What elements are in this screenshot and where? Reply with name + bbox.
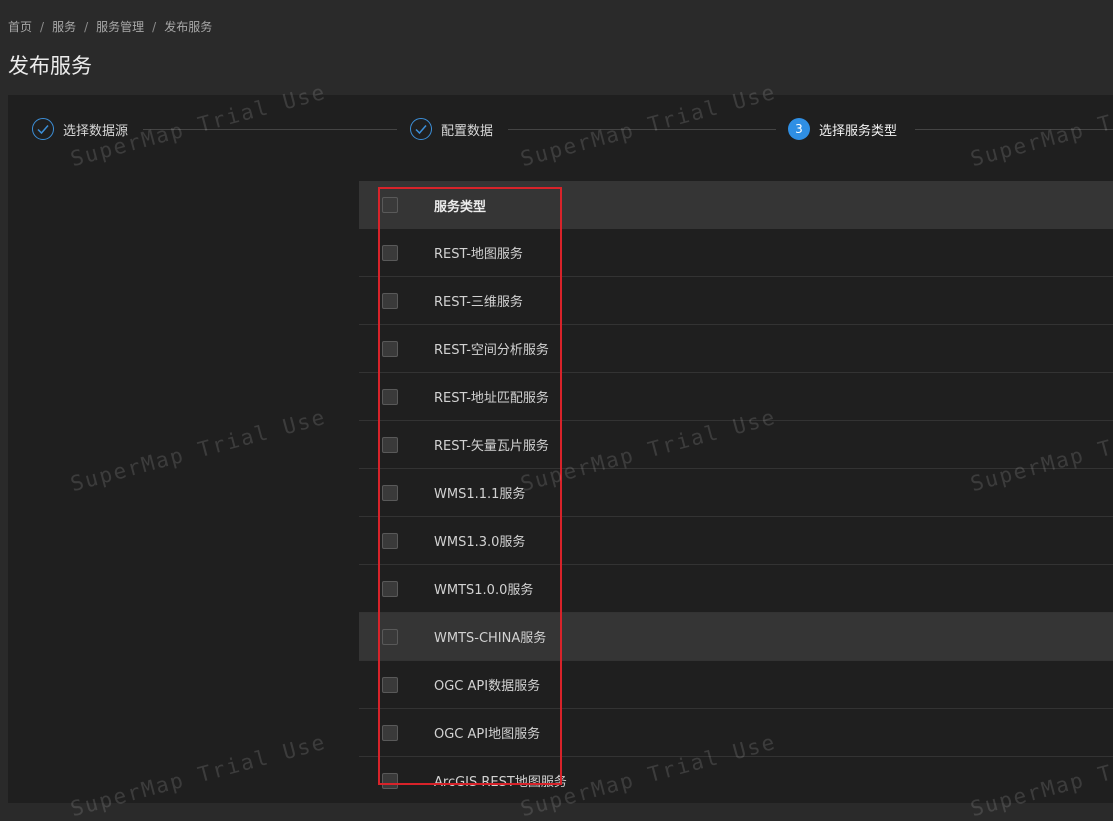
row-checkbox[interactable] [382, 532, 398, 549]
breadcrumb-separator: / [84, 20, 89, 34]
service-type-name: WMTS-CHINA服务 [434, 631, 547, 646]
service-type-name: ArcGIS REST地图服务 [434, 775, 567, 790]
step-number: 3 [788, 118, 810, 140]
table-row[interactable]: REST-三维服务 [359, 277, 1113, 325]
service-type-name: WMTS1.0.0服务 [434, 583, 534, 598]
table-row[interactable]: WMTS-CHINA服务 [359, 613, 1113, 661]
column-header-service-type: 服务类型 [434, 199, 487, 215]
row-checkbox[interactable] [382, 340, 398, 357]
service-type-name: REST-地图服务 [434, 247, 523, 262]
breadcrumb-separator: / [40, 20, 45, 34]
row-checkbox[interactable] [382, 436, 398, 453]
breadcrumb-separator: / [152, 20, 157, 34]
table-row[interactable]: WMS1.3.0服务 [359, 517, 1113, 565]
step-label: 选择服务类型 [819, 123, 898, 139]
service-type-name: OGC API地图服务 [434, 727, 541, 742]
table-row[interactable]: WMS1.1.1服务 [359, 469, 1113, 517]
step-configure-data[interactable]: 配置数据 [410, 117, 493, 141]
publish-panel: 选择数据源 配置数据 3 选择服务类型 服务类型 REST-地图服务 REST-… [8, 95, 1113, 803]
page-title: 发布服务 [8, 54, 92, 78]
table-row[interactable]: REST-地址匹配服务 [359, 373, 1113, 421]
select-all-checkbox[interactable] [382, 197, 398, 213]
row-checkbox[interactable] [382, 244, 398, 261]
service-type-name: REST-矢量瓦片服务 [434, 439, 549, 454]
step-label: 配置数据 [441, 123, 494, 139]
step-connector [143, 129, 397, 130]
table-row[interactable]: WMTS1.0.0服务 [359, 565, 1113, 613]
table-header: 服务类型 [359, 181, 1113, 229]
row-checkbox[interactable] [382, 724, 398, 741]
service-type-name: WMS1.3.0服务 [434, 535, 526, 550]
breadcrumb-service-management[interactable]: 服务管理 [96, 20, 144, 34]
row-checkbox[interactable] [382, 580, 398, 597]
table-row[interactable]: OGC API地图服务 [359, 709, 1113, 757]
step-select-service-type[interactable]: 3 选择服务类型 [788, 117, 897, 141]
breadcrumb: 首页 / 服务 / 服务管理 / 发布服务 [8, 18, 212, 35]
table-row[interactable]: REST-地图服务 [359, 229, 1113, 277]
step-connector [508, 129, 776, 130]
breadcrumb-publish-service: 发布服务 [164, 20, 213, 34]
service-type-table: 服务类型 REST-地图服务 REST-三维服务 REST-空间分析服务 RES… [359, 181, 1113, 803]
table-row[interactable]: REST-矢量瓦片服务 [359, 421, 1113, 469]
service-type-name: REST-三维服务 [434, 295, 523, 310]
table-row[interactable]: OGC API数据服务 [359, 661, 1113, 709]
step-label: 选择数据源 [63, 123, 129, 139]
row-checkbox[interactable] [382, 772, 398, 789]
service-type-name: REST-空间分析服务 [434, 343, 549, 358]
service-type-name: OGC API数据服务 [434, 679, 541, 694]
step-connector [915, 129, 1113, 130]
breadcrumb-services[interactable]: 服务 [52, 20, 76, 34]
breadcrumb-home[interactable]: 首页 [8, 20, 32, 34]
row-checkbox[interactable] [382, 484, 398, 501]
check-icon [32, 118, 54, 140]
row-checkbox[interactable] [382, 388, 398, 405]
service-type-name: WMS1.1.1服务 [434, 487, 526, 502]
step-select-datasource[interactable]: 选择数据源 [32, 117, 128, 141]
service-type-name: REST-地址匹配服务 [434, 391, 549, 406]
table-row[interactable]: ArcGIS REST地图服务 [359, 757, 1113, 803]
table-row[interactable]: REST-空间分析服务 [359, 325, 1113, 373]
row-checkbox[interactable] [382, 292, 398, 309]
row-checkbox[interactable] [382, 676, 398, 693]
row-checkbox[interactable] [382, 628, 398, 645]
check-icon [410, 118, 432, 140]
